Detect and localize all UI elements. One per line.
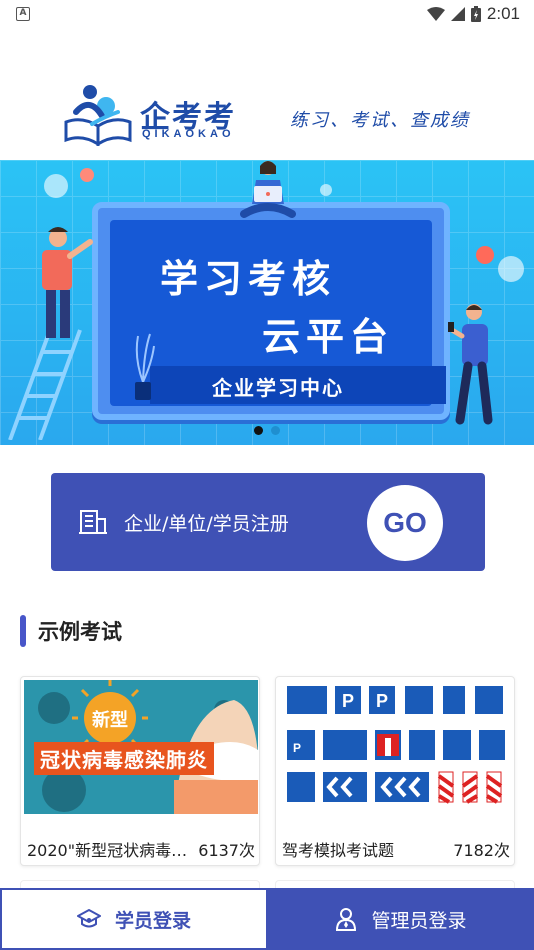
student-login-label: 学员登录 — [114, 909, 191, 932]
thumb-title: 冠状病毒感染肺炎 — [34, 742, 214, 775]
exam-card[interactable]: 新型 冠状病毒感染肺炎 2020"新型冠状病毒… 6137次 — [20, 676, 260, 866]
tablet-screen: 学习考核 云平台 企业学习中心 — [110, 220, 446, 406]
decor-orb — [44, 174, 68, 198]
graduation-cap-icon — [76, 909, 101, 928]
exam-thumbnail: P P P — [279, 680, 513, 814]
exam-card[interactable]: P P P 驾考模拟考试题 7182次 — [275, 676, 515, 866]
svg-text:P: P — [293, 741, 301, 755]
traffic-signs-illustration: P P P — [287, 686, 505, 804]
admin-login-label: 管理员登录 — [371, 909, 467, 932]
register-label: 企业/单位/学员注册 — [124, 513, 289, 535]
section-title: 示例考试 — [38, 620, 122, 644]
plant-icon — [135, 333, 155, 400]
banner-pagination — [254, 426, 280, 435]
decor-orb — [498, 256, 524, 282]
thumb-badge: 新型 — [92, 710, 128, 731]
wifi-icon — [426, 7, 445, 21]
battery-icon — [470, 6, 481, 22]
brand-subtitle: QIKAOKAO — [142, 128, 235, 140]
notification-icon: A — [16, 7, 30, 21]
exam-count: 6137次 — [198, 841, 255, 860]
banner-headline-1: 学习考核 — [160, 257, 337, 301]
signal-icon — [450, 7, 465, 21]
admin-login-button[interactable]: 管理员登录 — [268, 888, 534, 950]
decor-orb — [320, 184, 332, 196]
building-icon — [79, 510, 107, 534]
student-login-button[interactable]: 学员登录 — [0, 888, 268, 950]
bottom-nav: 学员登录 管理员登录 — [0, 888, 534, 950]
section-accent-bar — [20, 615, 26, 647]
go-button[interactable]: GO — [367, 485, 443, 561]
logo-icon — [64, 85, 132, 146]
status-bar: A 2:01 — [0, 0, 534, 28]
admin-user-icon — [336, 908, 357, 931]
svg-text:P: P — [376, 691, 388, 711]
banner-tablet: 学习考核 云平台 企业学习中心 — [92, 202, 450, 420]
svg-text:P: P — [342, 691, 354, 711]
banner-dot[interactable] — [254, 426, 263, 435]
promo-banner[interactable]: 学习考核 云平台 企业学习中心 — [0, 160, 534, 445]
person-with-ladder-illustration — [8, 227, 93, 440]
slogan: 练习、考试、查成绩 — [290, 110, 470, 131]
decor-orb — [80, 168, 94, 182]
banner-dot[interactable] — [271, 426, 280, 435]
banner-bar: 企业学习中心 — [150, 366, 446, 404]
exam-title: 驾考模拟考试题 — [282, 841, 395, 860]
status-time: 2:01 — [486, 4, 520, 23]
person-with-phone-illustration — [448, 304, 493, 425]
banner-bar-text: 企业学习中心 — [212, 376, 344, 400]
decor-orb — [476, 246, 494, 264]
section-header: 示例考试 — [20, 614, 122, 648]
banner-headline-2: 云平台 — [262, 315, 395, 359]
register-card[interactable]: 企业/单位/学员注册 GO — [51, 473, 485, 571]
exam-thumbnail: 新型 冠状病毒感染肺炎 — [24, 680, 258, 814]
exam-count: 7182次 — [453, 841, 510, 860]
exam-title: 2020"新型冠状病毒… — [27, 841, 188, 860]
person-with-laptop-illustration — [240, 161, 296, 218]
app-header: 企考考 QIKAOKAO 练习、考试、查成绩 — [0, 70, 534, 160]
